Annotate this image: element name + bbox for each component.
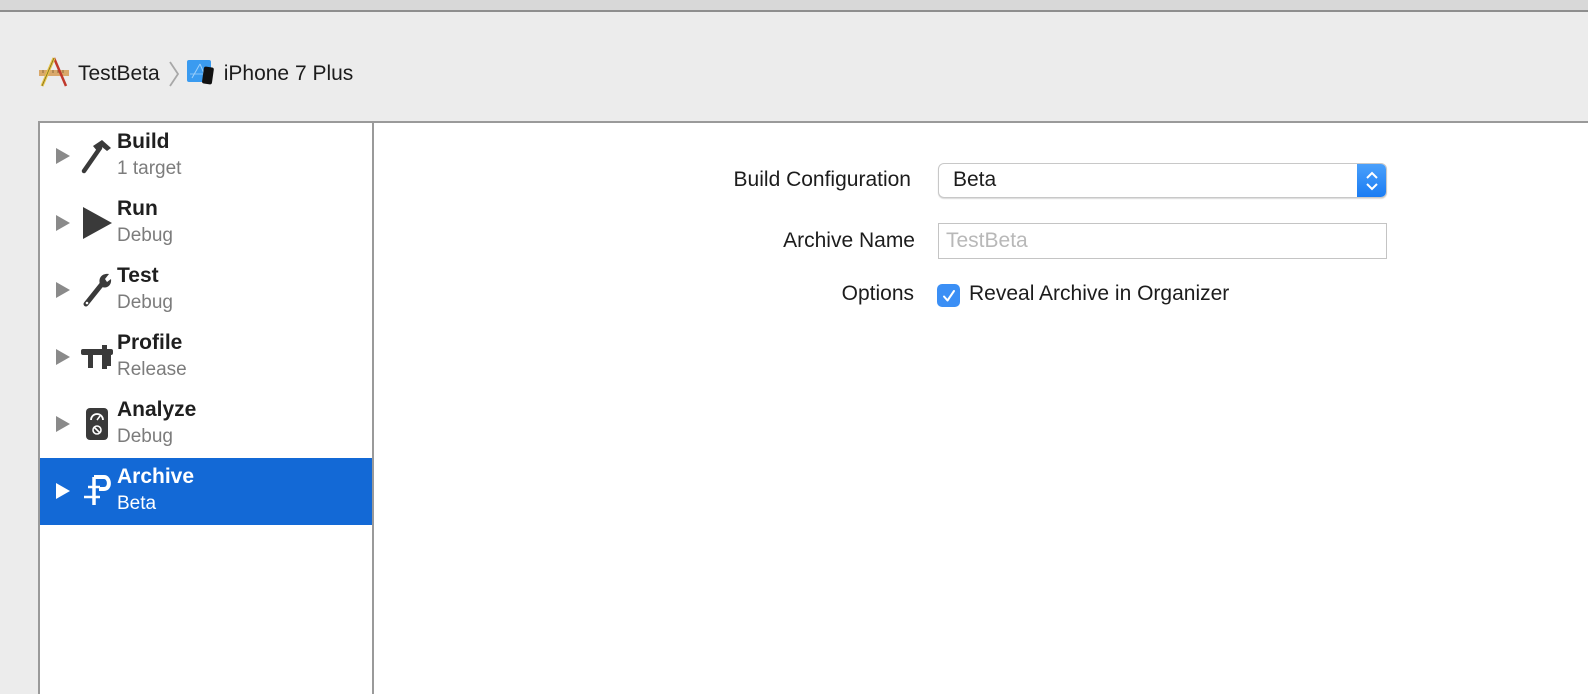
wrench-icon — [80, 271, 114, 309]
sidebar-item-subtitle: Debug — [117, 292, 173, 313]
breadcrumb-project[interactable]: TestBeta — [38, 56, 160, 93]
checkmark-icon — [942, 289, 955, 301]
sidebar-item-subtitle: 1 target — [117, 158, 182, 179]
breadcrumb-destination-label: iPhone 7 Plus — [223, 62, 354, 85]
breadcrumb-project-label: TestBeta — [78, 62, 160, 85]
sidebar-item-title: Analyze — [117, 398, 197, 421]
sidebar-item-test[interactable]: Test Debug — [40, 257, 372, 324]
sidebar-item-title: Build — [117, 130, 170, 153]
up-down-chevron-icon — [1357, 164, 1386, 197]
caliper-icon — [80, 338, 114, 376]
sidebar-item-title: Archive — [117, 465, 195, 488]
reveal-archive-checkbox[interactable] — [937, 284, 960, 307]
sidebar-item-subtitle: Beta — [117, 493, 157, 514]
archive-name-input[interactable] — [938, 223, 1387, 259]
scheme-editor-panel: Build 1 target Run Debug Test Debug Prof… — [38, 121, 1588, 694]
xcode-project-icon — [38, 56, 70, 93]
build-configuration-value: Beta — [953, 168, 997, 191]
build-configuration-popup[interactable]: Beta — [938, 163, 1387, 198]
play-icon — [80, 204, 114, 242]
sidebar-item-title: Run — [117, 197, 158, 220]
sidebar-item-subtitle: Debug — [117, 225, 173, 246]
scheme-actions-sidebar: Build 1 target Run Debug Test Debug Prof… — [40, 123, 374, 694]
sidebar-item-title: Profile — [117, 331, 183, 354]
archive-name-label: Archive Name — [783, 229, 915, 252]
disclosure-triangle-icon[interactable] — [56, 148, 70, 164]
disclosure-triangle-icon[interactable] — [56, 349, 70, 365]
disclosure-triangle-icon[interactable] — [56, 483, 70, 499]
disclosure-triangle-icon[interactable] — [56, 282, 70, 298]
reveal-archive-label[interactable]: Reveal Archive in Organizer — [969, 282, 1229, 306]
disclosure-triangle-icon[interactable] — [56, 416, 70, 432]
sidebar-item-build[interactable]: Build 1 target — [40, 123, 372, 190]
iphone-simulator-icon — [186, 58, 216, 91]
sidebar-item-title: Test — [117, 264, 159, 287]
options-label: Options — [841, 282, 914, 305]
disclosure-triangle-icon[interactable] — [56, 215, 70, 231]
hammer-icon — [80, 137, 114, 175]
sidebar-item-subtitle: Release — [117, 359, 187, 380]
breadcrumb: TestBeta iPhone 7 Plus — [38, 56, 353, 92]
breadcrumb-destination[interactable]: iPhone 7 Plus — [186, 58, 354, 91]
sidebar-item-archive[interactable]: Archive Beta — [40, 458, 372, 525]
sidebar-item-profile[interactable]: Profile Release — [40, 324, 372, 391]
analyze-icon — [80, 405, 114, 443]
archive-clamp-icon — [80, 472, 114, 510]
chevron-right-icon — [168, 60, 180, 88]
sidebar-item-subtitle: Debug — [117, 426, 173, 447]
window-top-edge — [0, 0, 1588, 12]
build-configuration-label: Build Configuration — [733, 168, 911, 191]
sidebar-item-run[interactable]: Run Debug — [40, 190, 372, 257]
sidebar-item-analyze[interactable]: Analyze Debug — [40, 391, 372, 458]
